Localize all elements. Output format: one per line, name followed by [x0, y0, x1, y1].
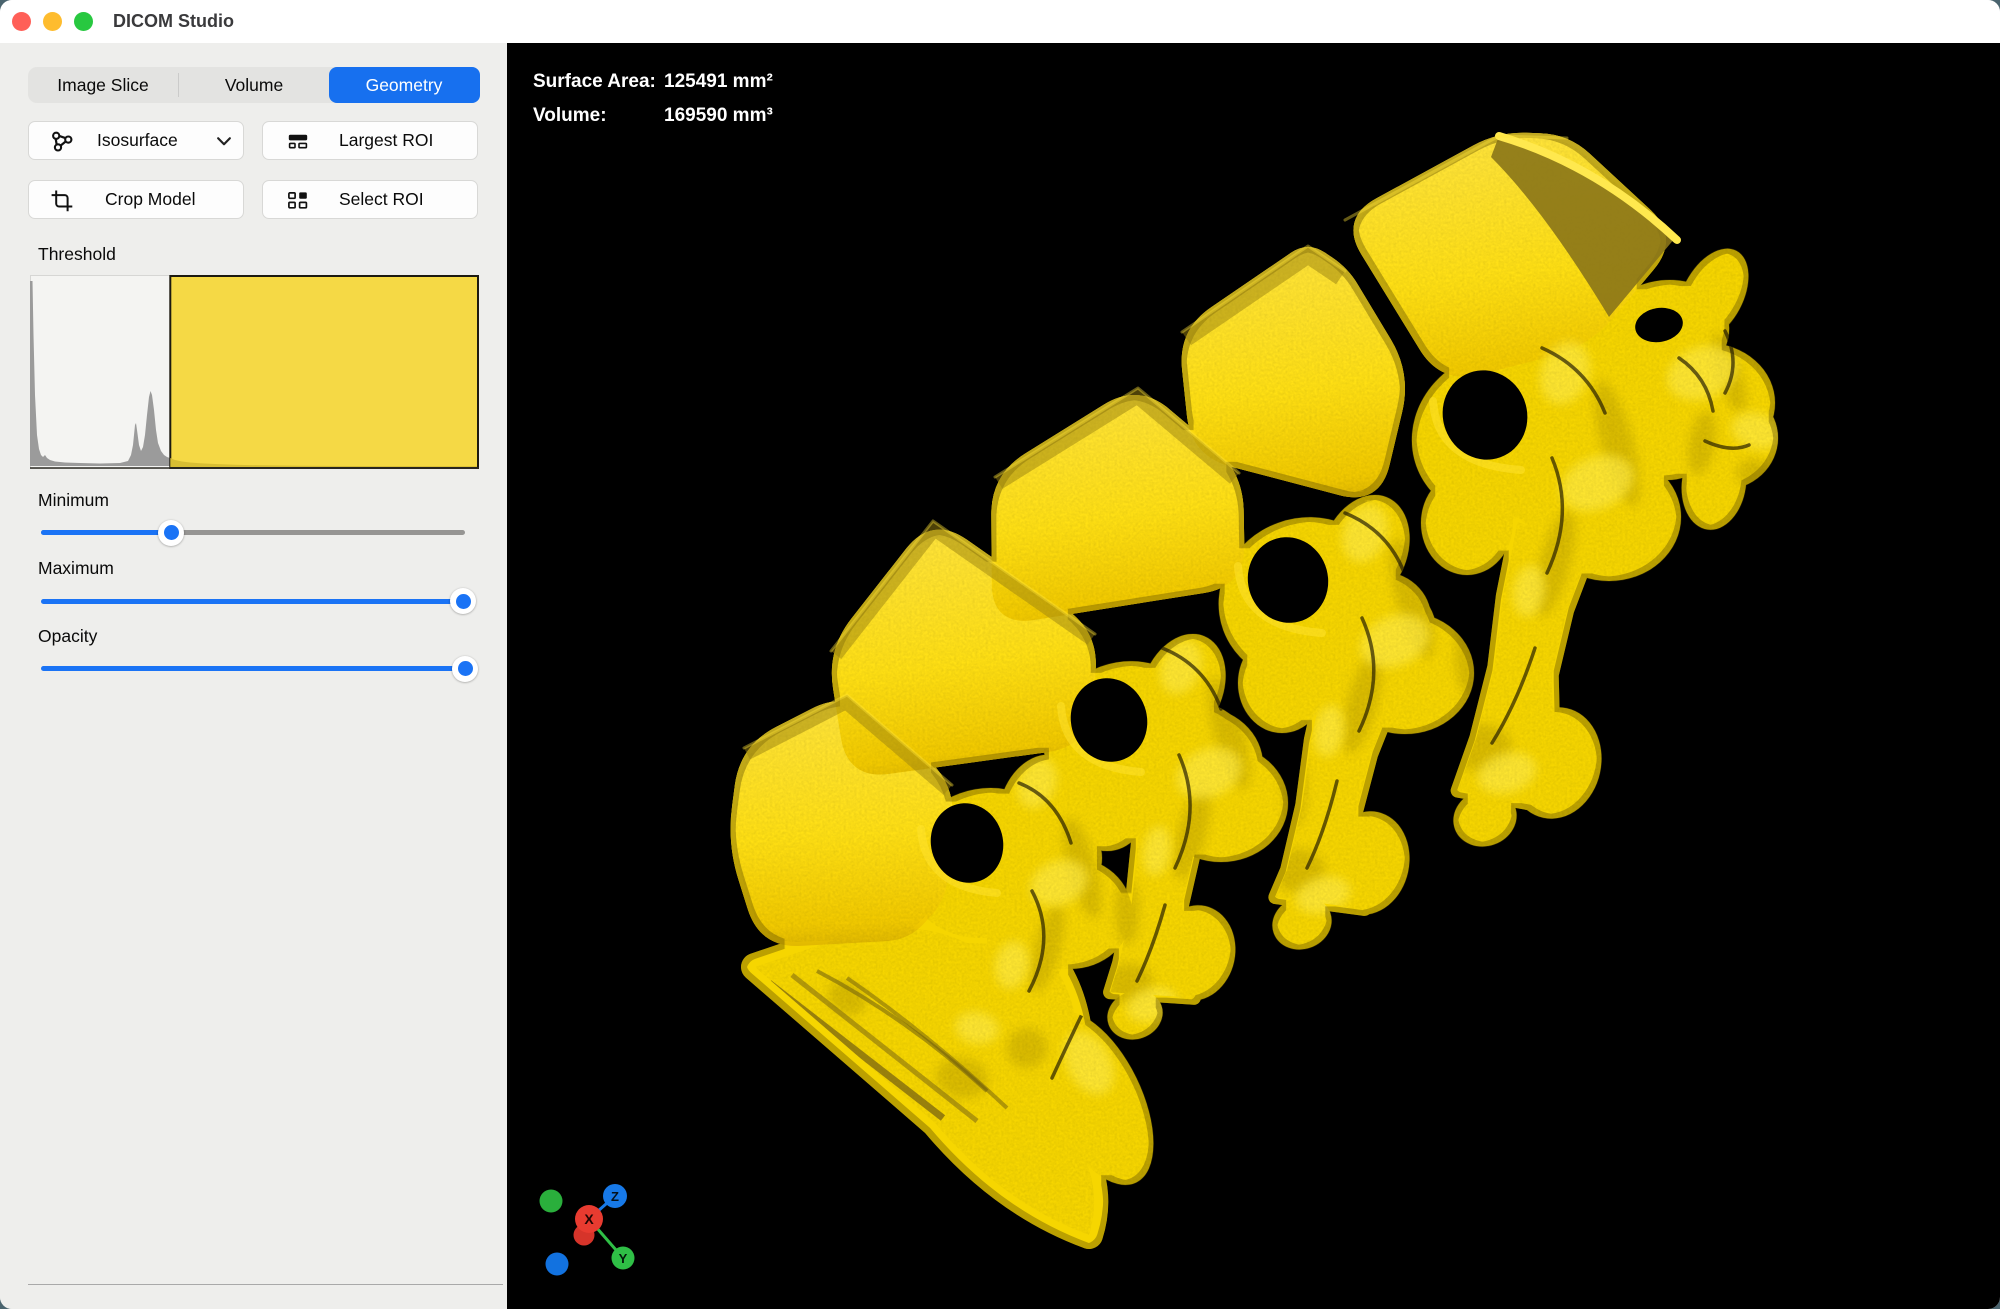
svg-text:Y: Y [619, 1251, 628, 1266]
svg-text:Z: Z [611, 1189, 619, 1204]
svg-text:X: X [584, 1211, 594, 1227]
